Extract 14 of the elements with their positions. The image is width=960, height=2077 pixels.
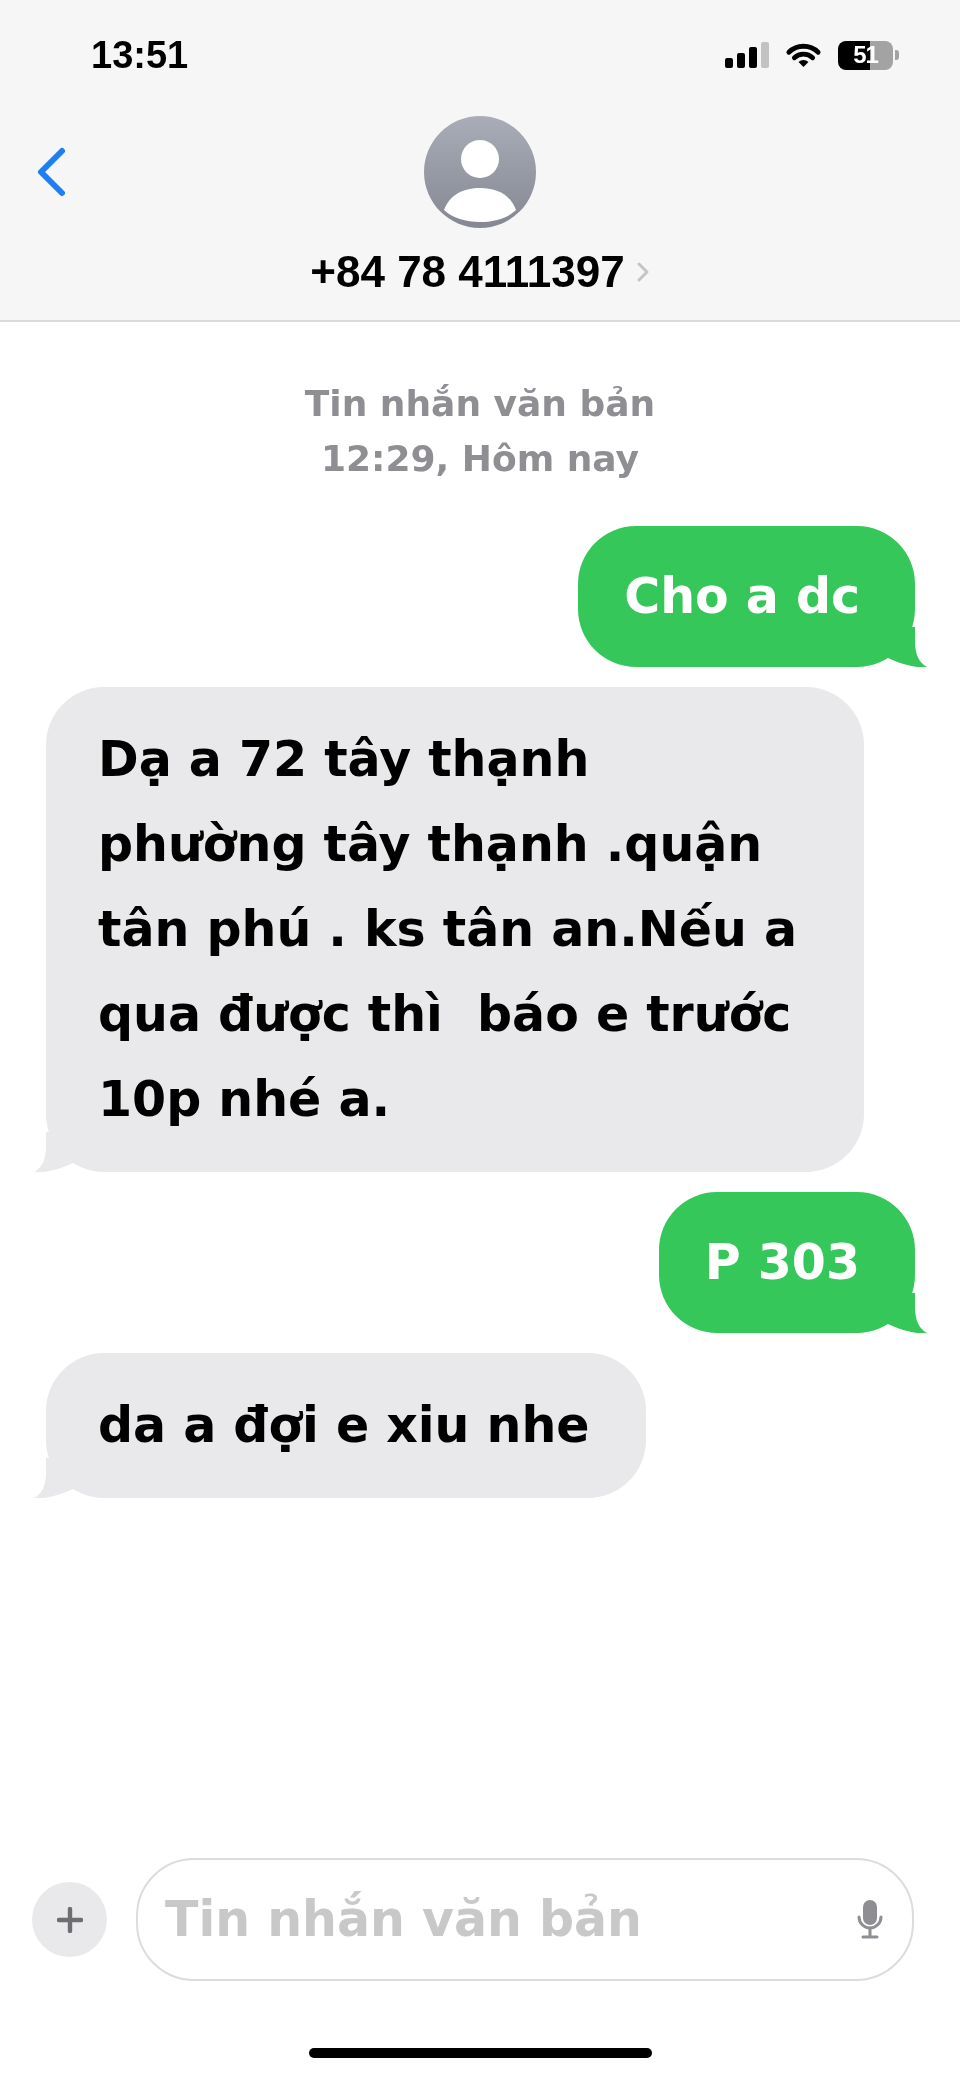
contact-name-button[interactable]: +84 78 4111397 [310, 247, 650, 297]
message-service-label: Tin nhắn văn bản [304, 382, 656, 426]
signal-strength-icon [725, 42, 769, 68]
message-text: da a đợi e xiu nhe [98, 1396, 590, 1456]
wifi-icon [785, 42, 822, 68]
person-avatar-icon[interactable] [424, 116, 536, 228]
message-text: P 303 [704, 1233, 860, 1293]
plus-icon[interactable] [56, 1906, 83, 1933]
message-text: Dạ a 72 tây thạnh phường tây thạnh .quận tân phú . ks tân an.Nếu a qua được thì báo e trước 10p nhé a. [98, 730, 799, 1130]
message-text: Cho a dc [624, 567, 860, 627]
back-button[interactable] [36, 147, 66, 197]
status-time: 13:51 [91, 36, 189, 74]
message-date-label: 12:29, Hôm nay [321, 437, 639, 481]
microphone-icon[interactable] [856, 1899, 884, 1939]
